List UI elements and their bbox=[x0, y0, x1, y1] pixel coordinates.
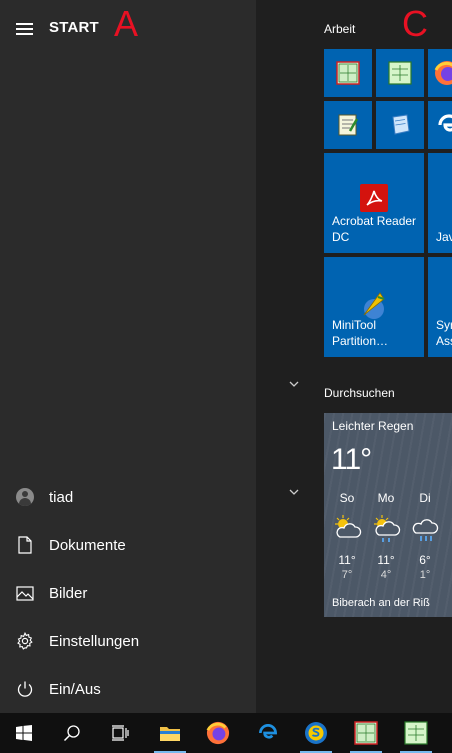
tile-label-minitool: MiniTool Partition… bbox=[332, 318, 389, 348]
sync-s-icon bbox=[305, 722, 327, 744]
chevron-down-icon[interactable] bbox=[288, 378, 300, 390]
task-view-icon bbox=[112, 725, 129, 741]
weather-high: 11° bbox=[338, 553, 356, 567]
tile-java[interactable]: Jav bbox=[428, 153, 452, 253]
tile-small-app-2[interactable] bbox=[376, 49, 424, 97]
weather-day: Di bbox=[419, 491, 431, 505]
weather-location: Biberach an der Riß bbox=[332, 597, 430, 609]
weather-low: 4° bbox=[380, 569, 392, 581]
pictures-icon bbox=[16, 584, 34, 602]
tile-acrobat-reader[interactable]: Acrobat Reader DC bbox=[324, 153, 424, 253]
documents-label: Dokumente bbox=[49, 536, 126, 554]
app-window-icon bbox=[404, 721, 428, 745]
weather-day: So bbox=[339, 491, 355, 505]
start-button[interactable] bbox=[4, 713, 44, 753]
firefox-icon bbox=[206, 721, 230, 745]
user-avatar-icon bbox=[16, 488, 34, 506]
taskbar-sync-app[interactable] bbox=[296, 713, 336, 753]
tile-weather[interactable]: Leichter Regen 11° So Mo Di 11° 11° 6° 7… bbox=[324, 413, 452, 617]
pictures-button[interactable]: Bilder bbox=[0, 569, 256, 617]
taskbar-file-explorer[interactable] bbox=[150, 713, 190, 753]
chevron-down-icon[interactable] bbox=[288, 486, 300, 498]
app-window-icon bbox=[388, 61, 412, 85]
notepad-icon bbox=[338, 114, 359, 136]
folder-icon bbox=[160, 727, 180, 741]
tile-small-app-4[interactable] bbox=[376, 101, 424, 149]
search-icon bbox=[63, 725, 80, 742]
document-icon bbox=[16, 536, 34, 554]
weather-day: Mo bbox=[377, 491, 395, 505]
pictures-label: Bilder bbox=[49, 584, 88, 602]
tile-label-java: Jav bbox=[436, 230, 452, 244]
windows-logo-icon bbox=[16, 725, 32, 741]
power-label: Ein/Aus bbox=[49, 680, 101, 698]
taskbar-firefox[interactable] bbox=[198, 713, 238, 753]
power-icon bbox=[16, 680, 34, 698]
tile-symantec[interactable]: Syr Ass bbox=[428, 257, 452, 357]
sun-rain-icon bbox=[374, 515, 401, 542]
weather-low: 1° bbox=[419, 569, 431, 581]
taskbar bbox=[0, 713, 452, 753]
taskbar-app-window-2[interactable] bbox=[396, 713, 436, 753]
app-window-icon bbox=[354, 721, 378, 745]
firefox-icon bbox=[434, 61, 452, 85]
weather-condition: Leichter Regen bbox=[332, 419, 414, 433]
weather-temperature: 11° bbox=[331, 443, 372, 476]
taskbar-edge[interactable] bbox=[248, 713, 288, 753]
tile-edge[interactable] bbox=[428, 101, 452, 149]
tile-label-acrobat: Acrobat Reader DC bbox=[332, 214, 417, 244]
partly-cloudy-icon bbox=[335, 515, 362, 538]
settings-label: Einstellungen bbox=[49, 632, 140, 650]
edge-icon bbox=[259, 724, 277, 739]
rain-icon bbox=[412, 519, 439, 541]
tile-firefox[interactable] bbox=[428, 49, 452, 97]
annotation-label-c: C bbox=[402, 3, 428, 44]
acrobat-icon bbox=[360, 184, 388, 212]
notebook-icon bbox=[392, 114, 410, 135]
start-menu-tiles-pane: Arbeit C Acrobat Reader DC Jav MiniTool … bbox=[256, 0, 452, 713]
task-view-button[interactable] bbox=[100, 713, 140, 753]
user-name: tiad bbox=[49, 488, 74, 506]
group-label-arbeit[interactable]: Arbeit bbox=[324, 22, 355, 36]
user-account-button[interactable]: tiad bbox=[0, 473, 256, 521]
documents-button[interactable]: Dokumente bbox=[0, 521, 256, 569]
taskbar-app-window-1[interactable] bbox=[346, 713, 386, 753]
settings-button[interactable]: Einstellungen bbox=[0, 617, 256, 665]
start-menu-left-pane: START A tiad Dokumente Bilder Einstellun… bbox=[0, 0, 256, 713]
gear-icon bbox=[16, 632, 34, 650]
weather-high: 6° bbox=[419, 553, 431, 567]
app-window-icon bbox=[336, 61, 360, 85]
weather-low: 7° bbox=[341, 569, 353, 581]
tile-label-symantec: Syr Ass bbox=[436, 318, 452, 348]
hamburger-menu-icon[interactable] bbox=[16, 23, 33, 35]
start-title: START bbox=[49, 19, 99, 36]
tile-small-app-1[interactable] bbox=[324, 49, 372, 97]
group-label-durchsuchen[interactable]: Durchsuchen bbox=[324, 386, 395, 400]
annotation-label-a: A bbox=[114, 3, 139, 44]
tile-minitool-partition[interactable]: MiniTool Partition… bbox=[324, 257, 424, 357]
power-button[interactable]: Ein/Aus bbox=[0, 665, 256, 713]
search-button[interactable] bbox=[52, 713, 92, 753]
tile-small-app-3[interactable] bbox=[324, 101, 372, 149]
edge-icon bbox=[438, 114, 452, 132]
weather-high: 11° bbox=[377, 553, 395, 567]
